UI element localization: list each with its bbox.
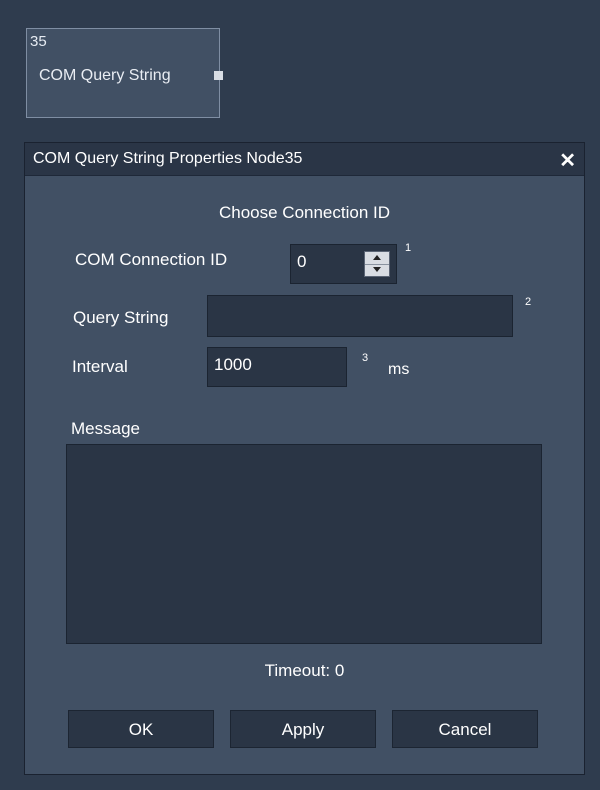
connection-id-marker: 1 <box>405 242 412 254</box>
message-textarea[interactable] <box>66 444 542 644</box>
interval-unit: ms <box>388 361 410 378</box>
interval-input[interactable]: 1000 <box>207 347 347 387</box>
interval-value: 1000 <box>214 355 252 374</box>
node-label: COM Query String <box>39 67 171 84</box>
connection-id-value: 0 <box>297 252 307 271</box>
close-icon[interactable]: ✕ <box>559 148 576 173</box>
query-string-marker: 2 <box>525 296 532 308</box>
decrement-button[interactable] <box>365 264 389 276</box>
query-string-label: Query String <box>73 308 169 327</box>
up-arrow-icon <box>373 255 381 260</box>
cancel-button[interactable]: Cancel <box>392 710 538 748</box>
message-label: Message <box>71 419 140 438</box>
connection-id-stepper[interactable]: 0 <box>290 244 397 284</box>
interval-label: Interval <box>72 357 128 376</box>
down-arrow-icon <box>373 267 381 272</box>
properties-dialog: COM Query String Properties Node35 ✕ Cho… <box>24 142 585 775</box>
apply-button[interactable]: Apply <box>230 710 376 748</box>
connection-id-label: COM Connection ID <box>75 250 228 269</box>
timeout-status: Timeout: 0 <box>264 661 345 680</box>
spinner-control[interactable] <box>364 251 390 277</box>
section-heading: Choose Connection ID <box>218 203 391 222</box>
query-string-input[interactable] <box>207 295 513 337</box>
dialog-title: COM Query String Properties Node35 <box>33 150 303 167</box>
node-id: 35 <box>30 33 47 50</box>
com-query-string-node[interactable]: 35 COM Query String <box>26 28 223 118</box>
dialog-titlebar[interactable]: COM Query String Properties Node35 ✕ <box>25 143 584 176</box>
output-port[interactable] <box>214 71 223 80</box>
interval-marker: 3 <box>362 352 369 364</box>
ok-button[interactable]: OK <box>68 710 214 748</box>
